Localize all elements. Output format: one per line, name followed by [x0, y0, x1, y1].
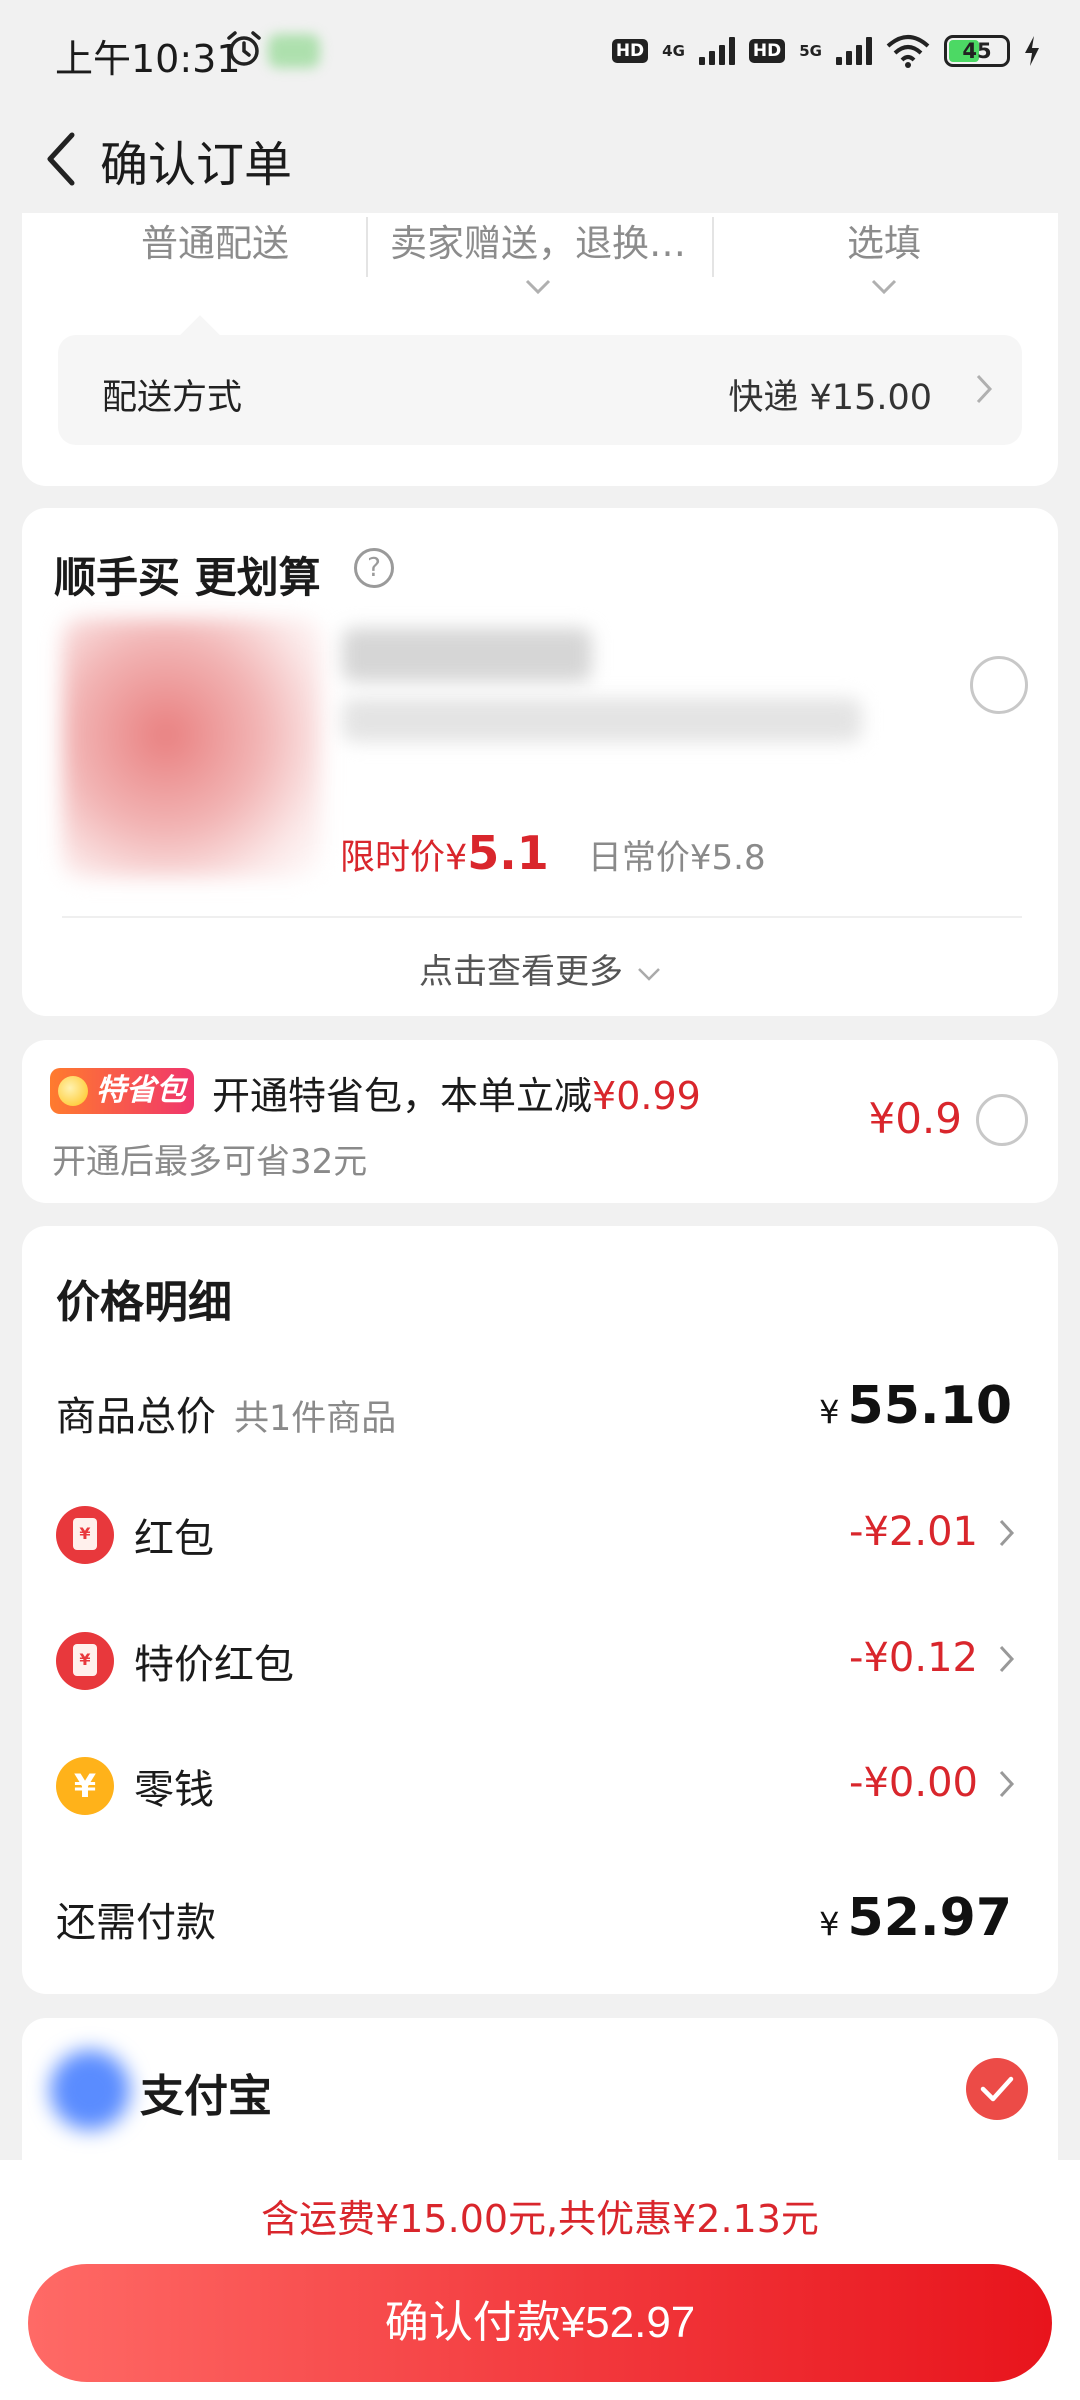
- product-desc-blurred: [342, 698, 862, 742]
- coin-icon: [58, 1076, 88, 1106]
- saver-package-card[interactable]: 特省包 开通特省包，本单立减¥0.99 开通后最多可省32元 ¥0.9: [22, 1040, 1058, 1203]
- change-amount[interactable]: -¥0.00: [849, 1760, 978, 1806]
- red-packet-icon: ¥: [56, 1632, 114, 1690]
- delivery-option-optional[interactable]: 选填: [712, 213, 1056, 325]
- view-more-button[interactable]: 点击查看更多: [22, 944, 1058, 993]
- chevron-down-icon: [871, 279, 897, 295]
- signal-icon-2: [836, 37, 872, 65]
- red-packet-icon: ¥: [56, 1506, 114, 1564]
- hd-icon: HD: [611, 39, 649, 63]
- selected-check-icon[interactable]: [966, 2058, 1028, 2120]
- saver-select-radio[interactable]: [976, 1094, 1028, 1146]
- page-title: 确认订单: [100, 137, 293, 193]
- product-image[interactable]: [62, 618, 322, 878]
- saver-title: 开通特省包，本单立减¥0.99: [212, 1074, 701, 1118]
- saver-price: ¥0.9: [868, 1094, 962, 1143]
- payment-method-card[interactable]: 支付宝: [22, 2018, 1058, 2168]
- bottom-bar: 含运费¥15.00元,共优惠¥2.13元 确认付款¥52.97: [0, 2160, 1080, 2400]
- chevron-down-icon: [638, 967, 660, 981]
- addon-select-radio[interactable]: [970, 656, 1028, 714]
- delivery-method-label: 配送方式: [102, 378, 243, 418]
- alipay-icon: [50, 2050, 130, 2130]
- network-5g-label: 5G: [799, 42, 822, 60]
- special-red-packet-row: ¥ 特价红包: [56, 1631, 294, 1691]
- goods-total-label: 商品总价 共1件商品: [56, 1394, 397, 1440]
- status-bar: 上午10:31 HD 4G HD 5G 45: [0, 0, 1080, 105]
- app-header: 确认订单: [0, 105, 1080, 213]
- chevron-down-icon: [525, 279, 551, 295]
- delivery-option-gift[interactable]: 卖家赠送，退换…: [366, 213, 710, 325]
- alarm-icon: [227, 31, 261, 66]
- delivery-option-standard[interactable]: 普通配送: [43, 213, 387, 325]
- addon-daily-price: 日常价¥5.8: [587, 838, 766, 878]
- special-red-packet-amount[interactable]: -¥0.12: [849, 1635, 978, 1681]
- change-row: ¥ 零钱: [56, 1756, 214, 1816]
- hd-icon-2: HD: [748, 39, 786, 63]
- help-icon[interactable]: ?: [354, 548, 394, 588]
- saver-subtitle: 开通后最多可省32元: [52, 1142, 368, 1182]
- yuan-coin-icon: ¥: [56, 1757, 114, 1815]
- product-name-blurred: [342, 628, 592, 682]
- battery-icon: 45: [944, 35, 1010, 67]
- network-4g-label: 4G: [662, 42, 685, 60]
- charging-icon: [1025, 36, 1039, 66]
- back-arrow-icon[interactable]: [40, 127, 84, 191]
- delivery-method-row[interactable]: 配送方式 快递 ¥15.00: [58, 315, 1022, 445]
- divider: [62, 916, 1022, 918]
- price-detail-title: 价格明细: [56, 1277, 232, 1328]
- chevron-right-icon[interactable]: [998, 1644, 1016, 1674]
- payment-method-label: 支付宝: [140, 2071, 272, 2122]
- delivery-method-value: 快递 ¥15.00: [728, 378, 932, 418]
- chevron-right-icon: [976, 374, 993, 404]
- price-detail-card: 价格明细 商品总价 共1件商品 ¥55.10 ¥ 红包 -¥2.01 ¥ 特价红包…: [22, 1226, 1058, 1994]
- chevron-right-icon[interactable]: [998, 1518, 1016, 1548]
- addon-card: 顺手买 更划算 ? 限时价¥5.1 日常价¥5.8 点击查看更多: [22, 508, 1058, 1016]
- wifi-icon: [886, 35, 930, 68]
- delivery-card: 普通配送 卖家赠送，退换… 选填 配送方式 快递 ¥15.00: [22, 213, 1058, 486]
- addon-limited-price: 5.1: [467, 826, 549, 880]
- status-icons: HD 4G HD 5G 45: [611, 28, 1040, 74]
- signal-icon: [698, 37, 735, 65]
- remaining-payment-amount: ¥52.97: [819, 1888, 1012, 1948]
- addon-price: 限时价¥5.1 日常价¥5.8: [340, 826, 766, 880]
- red-packet-row: ¥ 红包: [56, 1505, 214, 1565]
- chevron-right-icon[interactable]: [998, 1769, 1016, 1799]
- status-time: 上午10:31: [55, 37, 241, 81]
- confirm-payment-button[interactable]: 确认付款¥52.97: [28, 2264, 1052, 2382]
- saver-badge: 特省包: [50, 1068, 194, 1114]
- red-packet-amount[interactable]: -¥2.01: [849, 1509, 978, 1555]
- order-summary: 含运费¥15.00元,共优惠¥2.13元: [261, 2197, 819, 2241]
- goods-total-amount: ¥55.10: [819, 1376, 1012, 1436]
- addon-title: 顺手买 更划算: [54, 553, 321, 602]
- remaining-payment-label: 还需付款: [56, 1900, 216, 1946]
- notification-dot: [268, 34, 320, 68]
